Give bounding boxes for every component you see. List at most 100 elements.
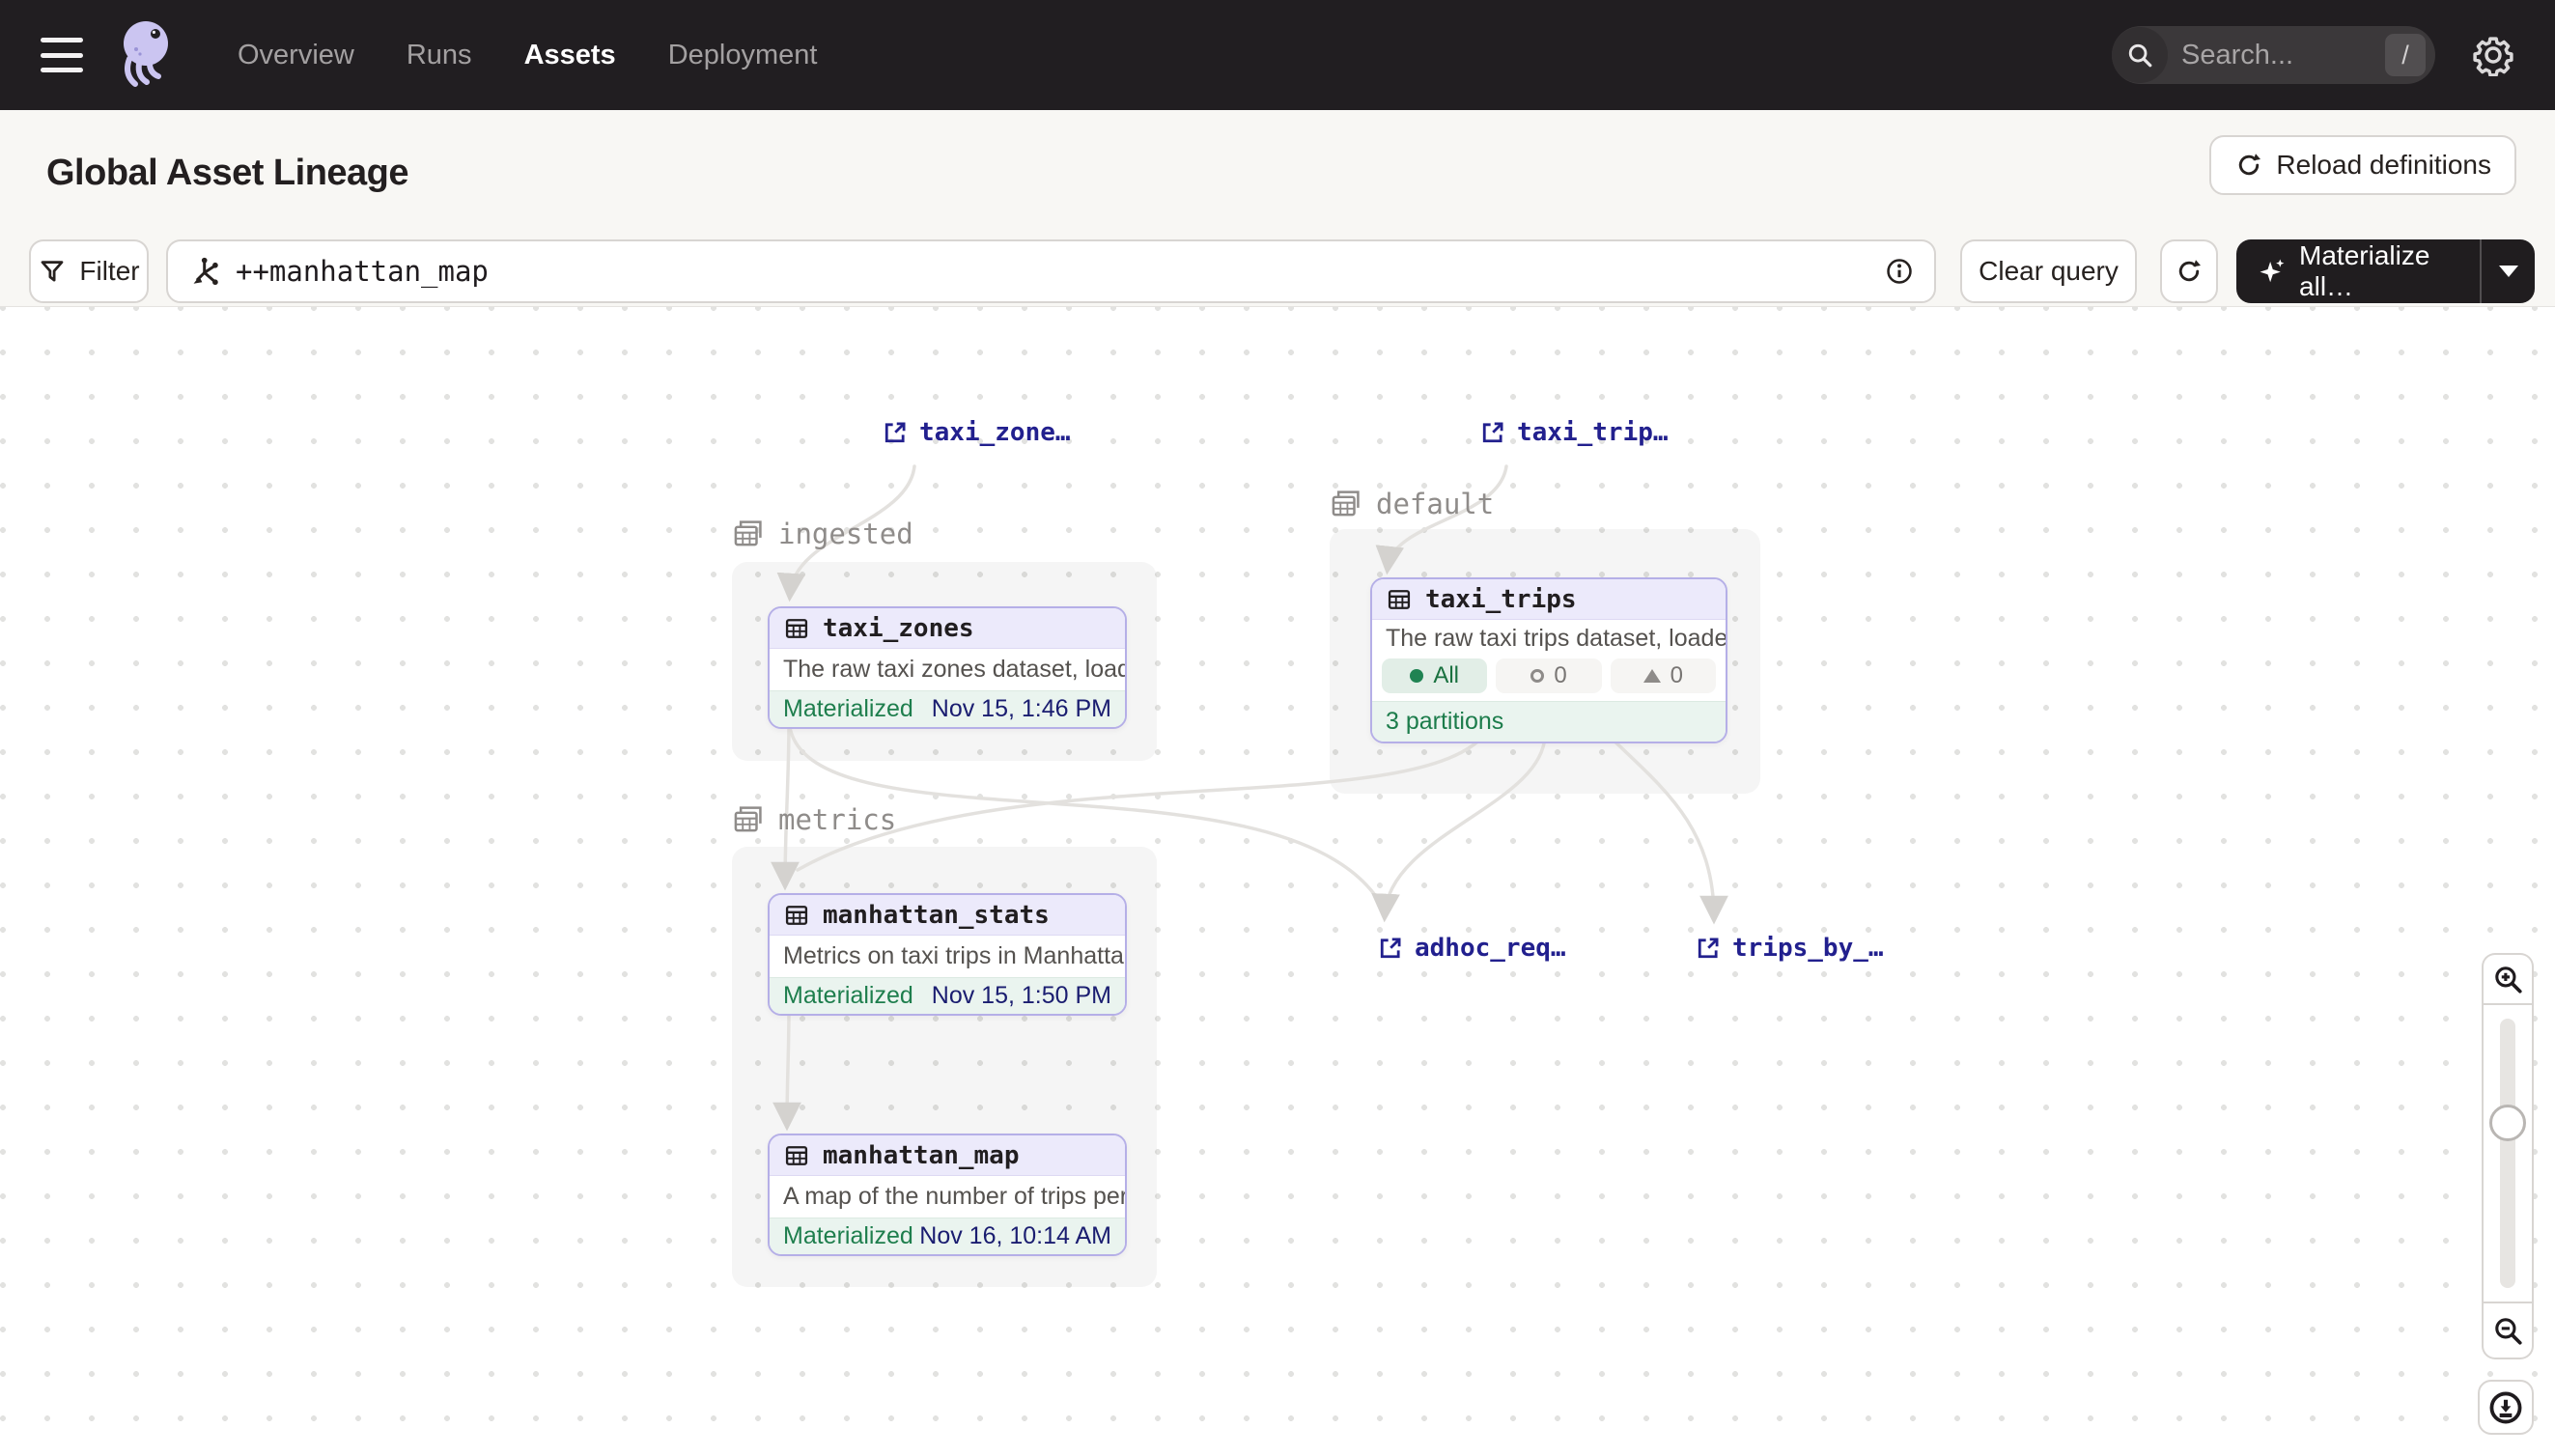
lineage-edges xyxy=(0,307,2555,1456)
partition-pill-materialized: All xyxy=(1382,658,1487,693)
zoom-out-button[interactable] xyxy=(2482,1303,2534,1359)
zoom-out-icon xyxy=(2491,1314,2524,1347)
clear-query-label: Clear query xyxy=(1979,256,2119,287)
materialize-dropdown-button[interactable] xyxy=(2482,239,2535,303)
asset-link-label: adhoc_req… xyxy=(1415,934,1566,963)
asset-title: manhattan_map xyxy=(823,1141,1020,1170)
materialize-all-split-button: Materialize all… xyxy=(2236,239,2535,303)
asset-node-taxi-zones[interactable]: taxi_zones The raw taxi zones dataset, l… xyxy=(768,606,1127,729)
settings-gear-icon[interactable] xyxy=(2470,32,2516,78)
table-icon xyxy=(1386,586,1413,613)
group-label-default[interactable]: default xyxy=(1330,488,1494,520)
nav-link-deployment[interactable]: Deployment xyxy=(668,40,818,71)
materialized-dot-icon xyxy=(1410,669,1423,683)
asset-node-header: taxi_zones xyxy=(770,608,1125,649)
group-label-metrics[interactable]: metrics xyxy=(732,803,896,836)
nav-link-overview[interactable]: Overview xyxy=(238,40,354,71)
partitions-footer: 3 partitions xyxy=(1372,701,1726,742)
reload-definitions-button[interactable]: Reload definitions xyxy=(2209,135,2516,195)
asset-link-label: taxi_zone… xyxy=(919,418,1071,447)
asset-title: taxi_trips xyxy=(1425,585,1577,614)
asset-description: A map of the number of trips per taxi z.… xyxy=(770,1176,1125,1218)
materialization-timestamp: Nov 16, 10:14 AM xyxy=(919,1222,1111,1250)
asset-title: manhattan_stats xyxy=(823,901,1050,930)
partition-pill-failed: 0 xyxy=(1611,658,1716,693)
filter-label: Filter xyxy=(79,256,139,287)
partitions-count: 3 partitions xyxy=(1386,708,1503,736)
external-link-icon xyxy=(1377,935,1404,962)
materialize-all-button[interactable]: Materialize all… xyxy=(2236,239,2480,303)
failed-triangle-icon xyxy=(1643,669,1661,683)
filter-button[interactable]: Filter xyxy=(29,239,149,303)
query-info-icon[interactable] xyxy=(1884,256,1915,287)
group-name: default xyxy=(1376,488,1494,520)
zoom-in-button[interactable] xyxy=(2482,953,2534,1003)
asset-link-label: trips_by_… xyxy=(1732,934,1884,963)
asset-status-row: Materialized Nov 16, 10:14 AM xyxy=(770,1218,1125,1254)
zoom-slider[interactable] xyxy=(2482,1003,2534,1303)
asset-node-taxi-trips[interactable]: taxi_trips The raw taxi trips dataset, l… xyxy=(1370,577,1727,743)
dagster-logo-icon[interactable] xyxy=(110,14,182,96)
download-view-button[interactable] xyxy=(2478,1380,2534,1435)
partition-pill-count: 0 xyxy=(1671,662,1683,689)
hamburger-menu-icon[interactable] xyxy=(41,38,83,72)
status-badge: Materialized xyxy=(783,695,913,723)
external-link-icon xyxy=(1479,419,1506,446)
materialize-all-label: Materialize all… xyxy=(2299,240,2480,302)
asset-link-taxi-trip[interactable]: taxi_trip… xyxy=(1479,418,1669,447)
download-icon xyxy=(2487,1389,2524,1426)
missing-ring-icon xyxy=(1530,669,1544,683)
partition-pill-missing: 0 xyxy=(1496,658,1601,693)
reload-definitions-label: Reload definitions xyxy=(2276,150,2491,181)
asset-node-header: taxi_trips xyxy=(1372,579,1726,620)
nav-link-assets[interactable]: Assets xyxy=(524,40,616,71)
external-link-icon xyxy=(882,419,909,446)
materialization-timestamp: Nov 15, 1:46 PM xyxy=(932,695,1111,723)
lineage-graph-canvas[interactable]: ingested default metrics xyxy=(0,307,2555,1456)
asset-status-row: Materialized Nov 15, 1:50 PM xyxy=(770,977,1125,1014)
global-search[interactable]: / xyxy=(2112,26,2435,84)
asset-status-row: Materialized Nov 15, 1:46 PM xyxy=(770,690,1125,727)
asset-link-trips-by[interactable]: trips_by_… xyxy=(1695,934,1884,963)
zoom-slider-track[interactable] xyxy=(2500,1019,2515,1288)
group-name: ingested xyxy=(778,518,913,550)
table-icon xyxy=(783,615,810,642)
asset-link-taxi-zone[interactable]: taxi_zone… xyxy=(882,418,1071,447)
asset-selection-icon xyxy=(187,255,220,288)
asset-node-header: manhattan_map xyxy=(770,1135,1125,1176)
partition-pill-count: 0 xyxy=(1554,662,1566,689)
asset-selection-input-box[interactable] xyxy=(166,239,1936,303)
asset-description: The raw taxi zones dataset, loaded int..… xyxy=(770,649,1125,690)
group-label-ingested[interactable]: ingested xyxy=(732,518,913,550)
group-icon xyxy=(732,803,765,836)
asset-description: The raw taxi trips dataset, loaded into … xyxy=(1372,620,1726,657)
page-header: Global Asset Lineage Reload definitions … xyxy=(0,110,2555,307)
zoom-in-icon xyxy=(2491,963,2524,995)
status-badge: Materialized xyxy=(783,982,913,1010)
dagster-app: Overview Runs Assets Deployment / Global… xyxy=(0,0,2555,1456)
search-input[interactable] xyxy=(2181,40,2385,71)
group-icon xyxy=(732,518,765,550)
asset-link-adhoc-req[interactable]: adhoc_req… xyxy=(1377,934,1566,963)
page-title: Global Asset Lineage xyxy=(46,153,408,194)
clear-query-button[interactable]: Clear query xyxy=(1960,239,2137,303)
partition-pill-label: All xyxy=(1433,662,1459,689)
asset-link-label: taxi_trip… xyxy=(1517,418,1669,447)
search-shortcut-badge: / xyxy=(2385,34,2426,76)
chevron-down-icon xyxy=(2499,266,2518,277)
asset-title: taxi_zones xyxy=(823,614,974,643)
group-name: metrics xyxy=(778,803,896,836)
top-nav-bar: Overview Runs Assets Deployment / xyxy=(0,0,2555,110)
asset-node-header: manhattan_stats xyxy=(770,895,1125,936)
nav-link-runs[interactable]: Runs xyxy=(407,40,472,71)
refresh-graph-button[interactable] xyxy=(2160,239,2218,303)
status-badge: Materialized xyxy=(783,1222,913,1250)
asset-selection-input[interactable] xyxy=(236,255,1884,288)
materialization-timestamp: Nov 15, 1:50 PM xyxy=(932,982,1111,1010)
primary-nav: Overview Runs Assets Deployment xyxy=(238,40,817,71)
asset-node-manhattan-map[interactable]: manhattan_map A map of the number of tri… xyxy=(768,1134,1127,1256)
asset-node-manhattan-stats[interactable]: manhattan_stats Metrics on taxi trips in… xyxy=(768,893,1127,1016)
zoom-slider-handle[interactable] xyxy=(2489,1105,2526,1141)
asset-description: Metrics on taxi trips in Manhattan xyxy=(770,936,1125,977)
table-icon xyxy=(783,1142,810,1169)
